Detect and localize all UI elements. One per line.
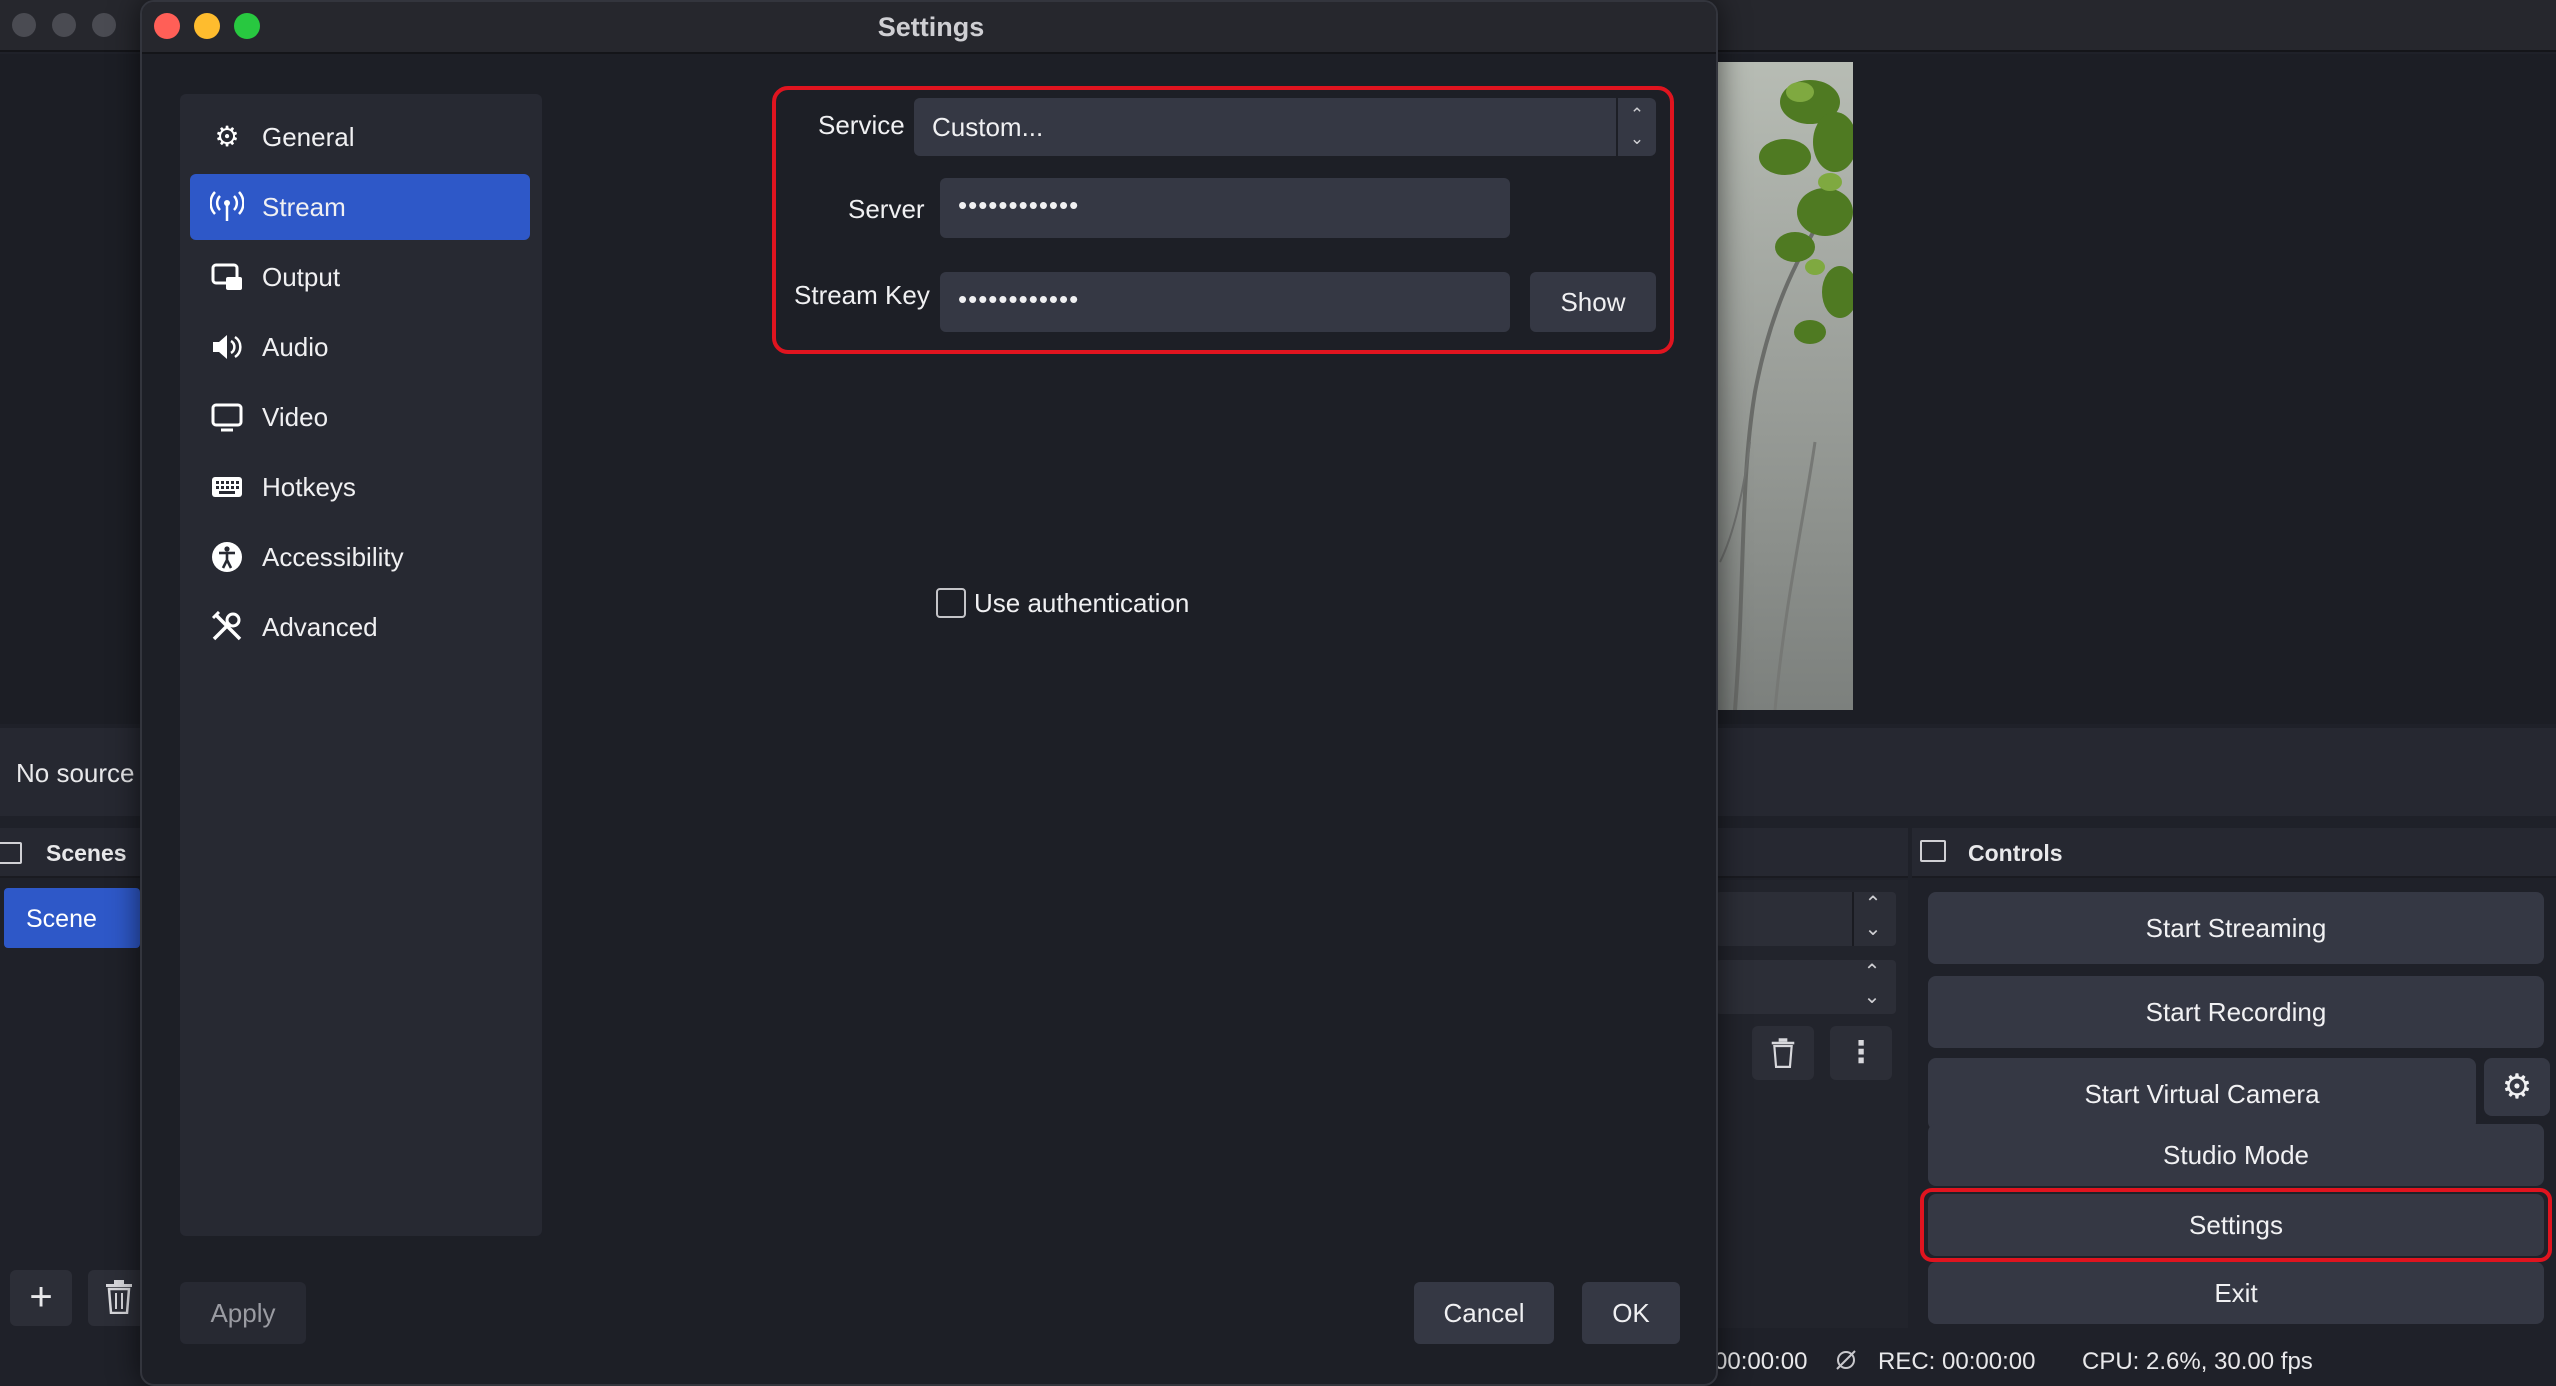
start-recording-button[interactable]: Start Recording <box>1928 976 2544 1048</box>
cpu-usage: CPU: 2.6%, 30.00 fps <box>2082 1348 2313 1375</box>
apply-button[interactable]: Apply <box>180 1282 306 1344</box>
sidebar-item-label: Output <box>262 262 341 292</box>
sidebar-item-label: Accessibility <box>262 542 404 572</box>
sidebar-item-label: General <box>262 122 355 152</box>
transition-more-button[interactable]: ⋮ <box>1830 1026 1892 1080</box>
gear-icon: ⚙ <box>2501 1068 2533 1106</box>
sidebar-item-general[interactable]: ⚙ General <box>190 104 530 170</box>
transitions-panel <box>1716 880 1908 1328</box>
sidebar-item-video[interactable]: Video <box>190 384 530 450</box>
gear-icon: ⚙ <box>214 121 240 152</box>
settings-button-highlight <box>1920 1188 2552 1262</box>
sidebar-item-label: Stream <box>262 192 346 222</box>
duration-spinner[interactable]: ⌃ ⌄ <box>1852 960 1892 1014</box>
no-source-text: No source <box>16 758 135 788</box>
monitor-icon <box>210 401 244 433</box>
speaker-icon <box>210 331 244 363</box>
stream-time: 00:00:00 <box>1714 1348 1808 1375</box>
cancel-button[interactable]: Cancel <box>1414 1282 1554 1344</box>
use-authentication-label[interactable]: Use authentication <box>974 588 1189 619</box>
sidebar-item-label: Advanced <box>262 612 378 642</box>
transition-delete-button[interactable] <box>1752 1026 1814 1080</box>
sidebar-item-label: Hotkeys <box>262 472 356 502</box>
sidebar-item-label: Video <box>262 402 329 432</box>
rec-time: REC: 00:00:00 <box>1878 1348 2036 1375</box>
main-minimize-button[interactable] <box>52 13 76 37</box>
antenna-icon <box>209 191 245 223</box>
settings-sidebar: ⚙ General Stream Output Audio Video Hotk… <box>180 94 542 1236</box>
add-scene-button[interactable]: + <box>10 1270 72 1326</box>
sidebar-item-accessibility[interactable]: Accessibility <box>190 524 530 590</box>
sidebar-item-label: Audio <box>262 332 329 362</box>
tools-icon <box>210 610 244 643</box>
controls-dock-icon <box>1920 840 1946 862</box>
tree-rain-image <box>1715 62 1853 710</box>
dialog-title: Settings <box>877 12 985 42</box>
accessibility-icon <box>210 541 244 573</box>
sidebar-item-hotkeys[interactable]: Hotkeys <box>190 454 530 520</box>
trash-icon <box>1771 1038 1795 1068</box>
sidebar-item-stream[interactable]: Stream <box>190 174 530 240</box>
transitions-dock-header <box>1716 828 1908 878</box>
trash-icon <box>106 1280 132 1315</box>
sidebar-item-output[interactable]: Output <box>190 244 530 310</box>
settings-dialog: Settings ⚙ General Stream Output Audio V… <box>140 0 1718 1386</box>
start-virtual-camera-button[interactable]: Start Virtual Camera <box>1928 1058 2476 1130</box>
sidebar-item-advanced[interactable]: Advanced <box>190 594 530 660</box>
scene-item[interactable]: Scene <box>4 888 140 948</box>
ok-button[interactable]: OK <box>1582 1282 1680 1344</box>
output-icon <box>210 261 244 293</box>
preview-image <box>1715 62 1853 710</box>
scenes-title: Scenes <box>46 840 127 866</box>
main-close-button[interactable] <box>12 13 36 37</box>
exit-button[interactable]: Exit <box>1928 1262 2544 1324</box>
sidebar-item-audio[interactable]: Audio <box>190 314 530 380</box>
studio-mode-button[interactable]: Studio Mode <box>1928 1124 2544 1186</box>
dialog-titlebar: Settings <box>142 2 1716 54</box>
controls-title: Controls <box>1968 840 2063 866</box>
start-streaming-button[interactable]: Start Streaming <box>1928 892 2544 964</box>
main-zoom-button[interactable] <box>92 13 116 37</box>
transition-select-arrows: ⌃ ⌄ <box>1852 892 1892 946</box>
keyboard-icon <box>210 471 244 503</box>
stream-settings-highlight <box>772 86 1674 354</box>
recording-icon <box>1834 1348 1858 1379</box>
use-authentication-checkbox[interactable] <box>936 588 966 618</box>
scenes-dock-icon <box>0 842 22 864</box>
virtual-camera-settings-button[interactable]: ⚙ <box>2484 1058 2550 1116</box>
